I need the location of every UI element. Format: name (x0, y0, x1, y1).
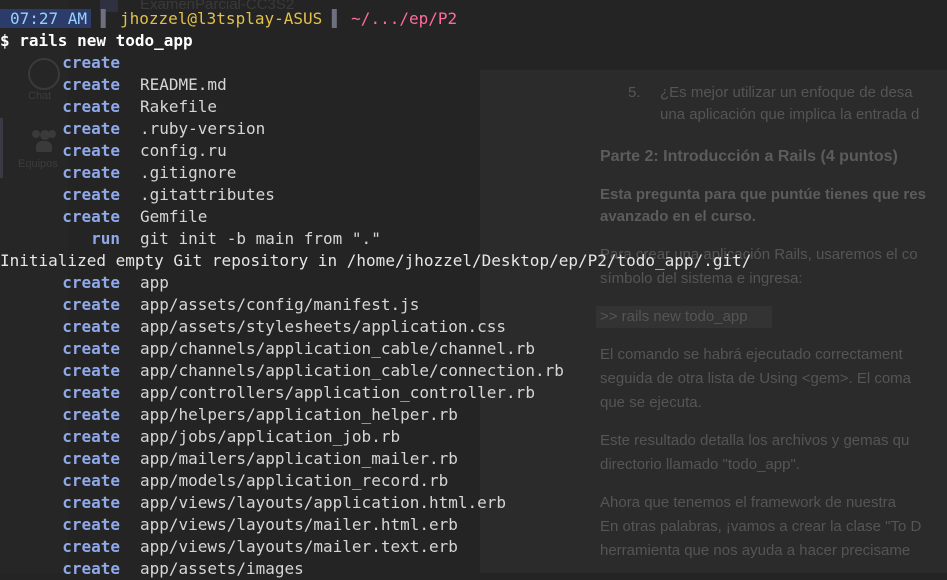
terminal-action-line: create app/mailers/application_mailer.rb (0, 448, 947, 470)
action-verb: create (62, 383, 120, 402)
action-target: .gitignore (140, 163, 237, 182)
action-verb: create (62, 471, 120, 490)
action-verb: create (62, 427, 120, 446)
terminal-action-line: create (0, 52, 947, 74)
action-verb: create (62, 493, 120, 512)
action-verb: create (62, 163, 120, 182)
terminal-action-line: create app/channels/application_cable/cha… (0, 338, 947, 360)
terminal-action-line: create app/assets/images (0, 558, 947, 580)
action-verb: create (62, 53, 120, 72)
action-target: .gitattributes (140, 185, 275, 204)
terminal-action-line: create app/channels/application_cable/con… (0, 360, 947, 382)
terminal-action-line: create app/views/layouts/mailer.text.erb (0, 536, 947, 558)
action-verb: create (62, 97, 120, 116)
action-target: app (140, 273, 169, 292)
action-target: app/assets/images (140, 559, 304, 578)
action-target: app/views/layouts/mailer.text.erb (140, 537, 458, 556)
action-target: .ruby-version (140, 119, 266, 138)
action-target: app/models/application_record.rb (140, 471, 449, 490)
action-target: app/assets/config/manifest.js (140, 295, 420, 314)
action-verb: create (62, 185, 120, 204)
terminal-action-line: create app/helpers/application_helper.rb (0, 404, 947, 426)
action-verb: create (62, 119, 120, 138)
prompt-path: ~/.../ep/P2 (351, 9, 458, 28)
terminal-action-line: create app/assets/config/manifest.js (0, 294, 947, 316)
prompt-user-host: jhozzel@l3tsplay-ASUS (119, 9, 323, 28)
terminal-action-line: create app/views/layouts/mailer.html.erb (0, 514, 947, 536)
action-target: Gemfile (140, 207, 208, 226)
action-verb: create (62, 339, 120, 358)
action-verb: create (62, 295, 120, 314)
action-verb: create (62, 75, 120, 94)
action-target: app/views/layouts/application.html.erb (140, 493, 507, 512)
terminal-output[interactable]: 07:27 AM ▌ jhozzel@l3tsplay-ASUS ▌ ~/...… (0, 8, 947, 580)
prompt-time: 07:27 AM (0, 9, 92, 28)
action-target: app/mailers/application_mailer.rb (140, 449, 458, 468)
terminal-action-line: create app/models/application_record.rb (0, 470, 947, 492)
action-target: README.md (140, 75, 227, 94)
terminal-lines: create create README.md create Rakefile creat… (0, 52, 947, 580)
prompt-separator: ▌ (91, 9, 120, 28)
action-verb: create (62, 405, 120, 424)
terminal-action-line: create .gitignore (0, 162, 947, 184)
action-verb: create (62, 559, 120, 578)
terminal-action-line: create Gemfile (0, 206, 947, 228)
action-verb: run (91, 229, 120, 248)
action-verb: create (62, 449, 120, 468)
terminal-info-line: Initialized empty Git repository in /hom… (0, 250, 947, 272)
shell-prompt: 07:27 AM ▌ jhozzel@l3tsplay-ASUS ▌ ~/...… (0, 8, 947, 30)
action-verb: create (62, 141, 120, 160)
action-verb: create (62, 537, 120, 556)
action-verb: create (62, 207, 120, 226)
action-target: app/helpers/application_helper.rb (140, 405, 458, 424)
action-target: app/controllers/application_controller.r… (140, 383, 535, 402)
command-line: $ rails new todo_app (0, 31, 193, 50)
terminal-action-line: create README.md (0, 74, 947, 96)
action-target: app/views/layouts/mailer.html.erb (140, 515, 458, 534)
action-target: config.ru (140, 141, 227, 160)
terminal-action-line: run git init -b main from "." (0, 228, 947, 250)
action-verb: create (62, 361, 120, 380)
action-target: app/channels/application_cable/channel.r… (140, 339, 535, 358)
action-verb: create (62, 317, 120, 336)
terminal-action-line: create app/views/layouts/application.html… (0, 492, 947, 514)
terminal-action-line: create app (0, 272, 947, 294)
prompt-separator: ▌ (322, 9, 352, 28)
terminal-action-line: create app/assets/stylesheets/application… (0, 316, 947, 338)
action-verb: create (62, 273, 120, 292)
terminal-action-line: create .gitattributes (0, 184, 947, 206)
action-verb: create (62, 515, 120, 534)
action-target: git init -b main from "." (140, 229, 381, 248)
info-text: Initialized empty Git repository in /hom… (0, 251, 752, 270)
action-target: app/channels/application_cable/connectio… (140, 361, 564, 380)
terminal-action-line: create config.ru (0, 140, 947, 162)
action-target: app/jobs/application_job.rb (140, 427, 401, 446)
action-target: Rakefile (140, 97, 218, 116)
terminal-action-line: create app/controllers/application_contro… (0, 382, 947, 404)
terminal-action-line: create .ruby-version (0, 118, 947, 140)
action-target: app/assets/stylesheets/application.css (140, 317, 507, 336)
terminal-action-line: create Rakefile (0, 96, 947, 118)
terminal-action-line: create app/jobs/application_job.rb (0, 426, 947, 448)
